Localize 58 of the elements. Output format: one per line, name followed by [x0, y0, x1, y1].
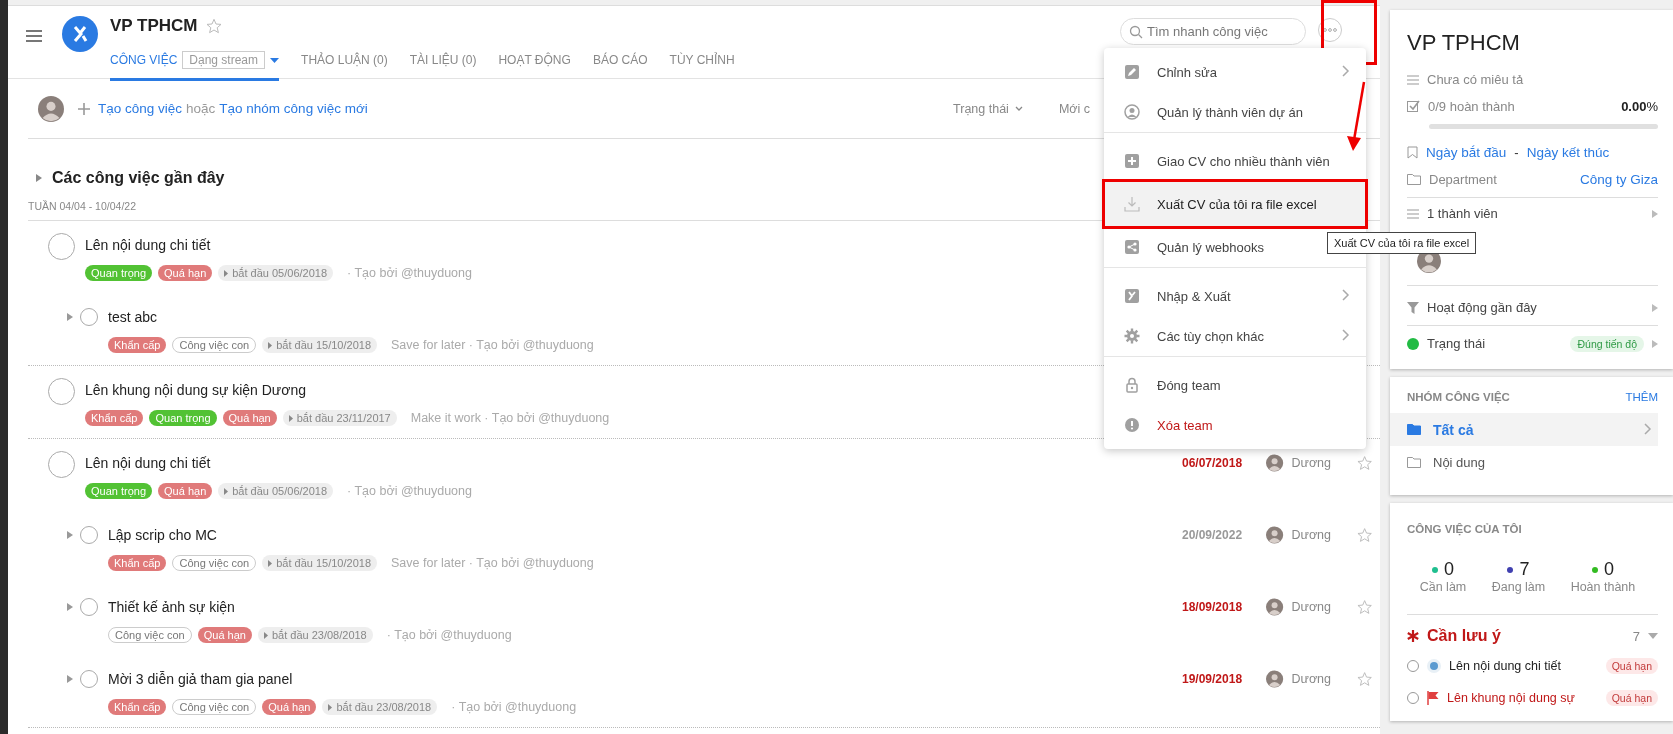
task-tag: Quá hạn	[262, 699, 317, 715]
task-tag: bắt đầu 05/06/2018	[218, 265, 334, 281]
my-tasks-title: CÔNG VIỆC CỦA TÔI	[1407, 523, 1522, 535]
due-date: 18/09/2018	[1182, 600, 1244, 614]
task-tag: Quá hạn	[158, 265, 213, 281]
task-tag: Quá hạn	[197, 627, 252, 643]
stat-value: 0	[1444, 559, 1454, 580]
task-tag: Quan trọng	[85, 483, 153, 499]
task-tag: Quan trọng	[149, 410, 217, 426]
or-text: hoặc	[186, 101, 216, 116]
assignee-name: Dương	[1291, 528, 1332, 542]
stat-label: Hoàn thành	[1570, 580, 1636, 594]
task-tag: Khẩn cấp	[108, 555, 167, 571]
task-tag: bắt đầu 23/08/2018	[322, 699, 438, 715]
status-label: Trạng thái	[1427, 336, 1486, 351]
stat-label: Đang làm	[1491, 580, 1546, 594]
department-label: Department	[1429, 172, 1497, 187]
project-title: VP TPHCM	[110, 16, 198, 36]
progress-text: 0/9 hoàn thành	[1428, 99, 1515, 114]
attention-title: Cần lưu ý	[1427, 627, 1501, 645]
assignee-name: Dương	[1291, 672, 1332, 686]
groups-title: NHÓM CÔNG VIỆC	[1407, 391, 1510, 403]
task-tag: Quan trọng	[85, 265, 153, 281]
project-name: VP TPHCM	[1407, 30, 1521, 56]
task-note: · Tạo bởi @thuyduong	[451, 700, 577, 714]
task-tag: Quá hạn	[222, 410, 277, 426]
task-tag: bắt đầu 15/10/2018	[262, 337, 377, 353]
task-tag: Khẩn cấp	[85, 410, 144, 426]
overdue-badge: Quá hạn	[1605, 690, 1658, 706]
stat-label: Cần làm	[1419, 580, 1467, 594]
due-date: 20/09/2022	[1182, 528, 1244, 542]
task-tag: Khẩn cấp	[108, 337, 167, 353]
progress-percent: 0.00%	[1621, 99, 1658, 114]
task-note: · Tạo bởi @thuyduong	[347, 484, 472, 498]
due-date: 06/07/2018	[1182, 456, 1244, 470]
tooltip: Xuất CV của tôi ra file excel	[1327, 232, 1477, 254]
task-tag: Khẩn cấp	[108, 699, 167, 715]
section-title: Các công việc gần đây	[52, 169, 225, 187]
status-badge: Đúng tiến độ	[1570, 335, 1644, 352]
attention-count: 7	[1632, 628, 1640, 644]
assignee-name: Dương	[1291, 600, 1332, 614]
task-note: Save for later · Tạo bởi @thuyduong	[391, 556, 594, 570]
due-date: 19/09/2018	[1182, 672, 1244, 686]
date-separator: -	[1514, 145, 1519, 160]
assignee-name: Dương	[1291, 456, 1332, 470]
task-note: Save for later · Tạo bởi @thuyduong	[391, 338, 594, 352]
task-note: Make it work · Tạo bởi @thuyduong	[410, 411, 610, 425]
task-tag: bắt đầu 23/11/2017	[282, 410, 397, 426]
overdue-badge: Quá hạn	[1605, 658, 1658, 674]
task-tag: bắt đầu 05/06/2018	[218, 483, 334, 499]
task-tag: bắt đầu 23/08/2018	[257, 627, 373, 643]
stat-value: 7	[1519, 559, 1530, 580]
task-tag: bắt đầu 15/10/2018	[262, 555, 377, 571]
task-note: · Tạo bởi @thuyduong	[347, 266, 472, 280]
stat-value: 0	[1603, 559, 1614, 580]
task-note: · Tạo bởi @thuyduong	[386, 628, 512, 642]
description-text: Chưa có miêu tả	[1427, 72, 1524, 87]
task-tag: Quá hạn	[158, 483, 213, 499]
